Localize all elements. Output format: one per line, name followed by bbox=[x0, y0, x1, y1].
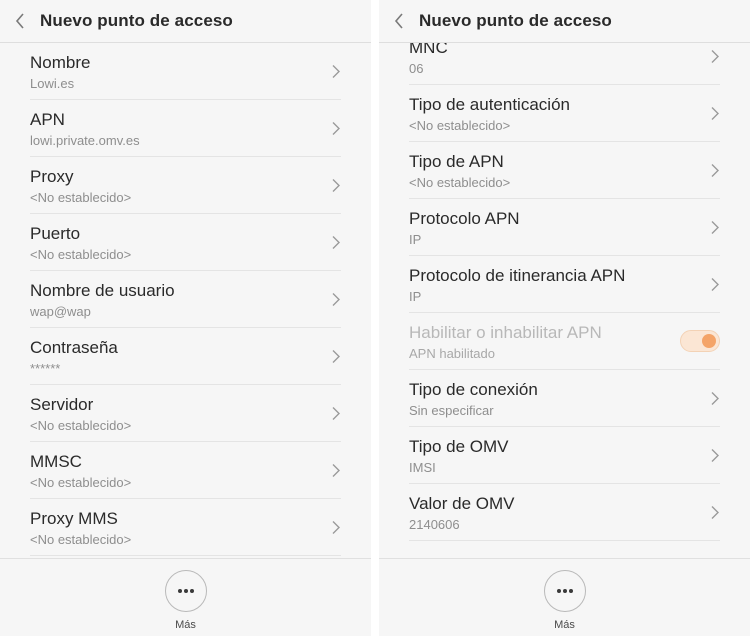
setting-proxy-mms[interactable]: Proxy MMS <No establecido> bbox=[30, 499, 341, 556]
setting-value: Sin especificar bbox=[409, 403, 494, 418]
setting-tipo-de-conexion[interactable]: Tipo de conexión Sin especificar bbox=[409, 370, 720, 427]
more-dots-icon bbox=[556, 589, 573, 593]
page-title: Nuevo punto de acceso bbox=[40, 11, 233, 30]
setting-title: MMSC bbox=[30, 452, 82, 471]
setting-title: Servidor bbox=[30, 395, 94, 414]
setting-tipo-de-autenticacion[interactable]: Tipo de autenticación <No establecido> bbox=[409, 85, 720, 142]
setting-value: 2140606 bbox=[409, 517, 460, 532]
left-screen: Nuevo punto de acceso Nombre Lowi.es APN… bbox=[0, 0, 371, 636]
more-label: Más bbox=[554, 619, 575, 631]
setting-value: <No establecido> bbox=[409, 175, 511, 190]
more-dots-icon bbox=[177, 589, 194, 593]
setting-mnc[interactable]: MNC 06 bbox=[409, 43, 720, 85]
chevron-right-icon bbox=[711, 278, 719, 291]
setting-value: <No establecido> bbox=[30, 532, 132, 547]
setting-value: lowi.private.omv.es bbox=[30, 133, 140, 148]
setting-title: APN bbox=[30, 110, 65, 129]
right-screen: Nuevo punto de acceso MNC 06 Tipo de aut… bbox=[379, 0, 750, 636]
more-label: Más bbox=[175, 619, 196, 631]
setting-title: Habilitar o inhabilitar APN bbox=[409, 323, 602, 342]
setting-value: ****** bbox=[30, 361, 61, 376]
setting-value: <No establecido> bbox=[30, 475, 132, 490]
setting-contrasena[interactable]: Contraseña ****** bbox=[30, 328, 341, 385]
setting-value: Lowi.es bbox=[30, 76, 75, 91]
more-button[interactable] bbox=[164, 570, 207, 612]
chevron-right-icon bbox=[711, 506, 719, 519]
chevron-right-icon bbox=[332, 521, 340, 534]
bottom-bar: Más bbox=[0, 558, 371, 636]
settings-list: MNC 06 Tipo de autenticación <No estable… bbox=[379, 43, 750, 558]
chevron-right-icon bbox=[332, 65, 340, 78]
chevron-right-icon bbox=[332, 236, 340, 249]
setting-proxy[interactable]: Proxy <No establecido> bbox=[30, 157, 341, 214]
setting-value: <No establecido> bbox=[30, 190, 132, 205]
setting-mmsc[interactable]: MMSC <No establecido> bbox=[30, 442, 341, 499]
chevron-right-icon bbox=[711, 392, 719, 405]
chevron-right-icon bbox=[332, 179, 340, 192]
chevron-right-icon bbox=[332, 407, 340, 420]
setting-title: Nombre de usuario bbox=[30, 281, 175, 300]
chevron-right-icon bbox=[332, 293, 340, 306]
header: Nuevo punto de acceso bbox=[379, 0, 750, 43]
setting-value: 06 bbox=[409, 61, 424, 76]
setting-tipo-de-apn[interactable]: Tipo de APN <No establecido> bbox=[409, 142, 720, 199]
setting-tipo-de-omv[interactable]: Tipo de OMV IMSI bbox=[409, 427, 720, 484]
setting-value: wap@wap bbox=[30, 304, 91, 319]
setting-value: IP bbox=[409, 232, 422, 247]
more-button[interactable] bbox=[543, 570, 586, 612]
settings-list: Nombre Lowi.es APN lowi.private.omv.es P… bbox=[0, 43, 371, 558]
setting-nombre-de-usuario[interactable]: Nombre de usuario wap@wap bbox=[30, 271, 341, 328]
setting-title: Valor de OMV bbox=[409, 494, 515, 513]
bottom-bar: Más bbox=[379, 558, 750, 636]
setting-value: <No establecido> bbox=[409, 118, 511, 133]
chevron-left-icon bbox=[394, 13, 403, 29]
setting-title: Tipo de conexión bbox=[409, 380, 538, 399]
setting-servidor[interactable]: Servidor <No establecido> bbox=[30, 385, 341, 442]
setting-title: Tipo de APN bbox=[409, 152, 504, 171]
setting-value: APN habilitado bbox=[409, 346, 495, 361]
setting-title: Nombre bbox=[30, 53, 91, 72]
setting-title: Protocolo APN bbox=[409, 209, 520, 228]
setting-puerto[interactable]: Puerto <No establecido> bbox=[30, 214, 341, 271]
setting-valor-de-omv[interactable]: Valor de OMV 2140606 bbox=[409, 484, 720, 541]
back-button[interactable] bbox=[0, 0, 40, 43]
chevron-right-icon bbox=[711, 107, 719, 120]
chevron-right-icon bbox=[711, 164, 719, 177]
chevron-right-icon bbox=[332, 350, 340, 363]
setting-value: <No establecido> bbox=[30, 418, 132, 433]
setting-title: Protocolo de itinerancia APN bbox=[409, 266, 626, 285]
setting-value: IP bbox=[409, 289, 422, 304]
setting-value: <No establecido> bbox=[30, 247, 132, 262]
chevron-left-icon bbox=[15, 13, 24, 29]
chevron-right-icon bbox=[711, 221, 719, 234]
header: Nuevo punto de acceso bbox=[0, 0, 371, 43]
apn-enable-toggle[interactable] bbox=[680, 330, 720, 352]
chevron-right-icon bbox=[332, 122, 340, 135]
setting-title: Contraseña bbox=[30, 338, 118, 357]
setting-title: Tipo de autenticación bbox=[409, 95, 570, 114]
toggle-knob bbox=[702, 334, 716, 348]
setting-title: Proxy MMS bbox=[30, 509, 118, 528]
setting-protocolo-apn[interactable]: Protocolo APN IP bbox=[409, 199, 720, 256]
setting-nombre[interactable]: Nombre Lowi.es bbox=[30, 43, 341, 100]
page-title: Nuevo punto de acceso bbox=[419, 11, 612, 30]
setting-title: Tipo de OMV bbox=[409, 437, 509, 456]
setting-title: MNC bbox=[409, 43, 448, 57]
chevron-right-icon bbox=[711, 50, 719, 63]
chevron-right-icon bbox=[332, 464, 340, 477]
chevron-right-icon bbox=[711, 449, 719, 462]
setting-title: Proxy bbox=[30, 167, 74, 186]
setting-protocolo-de-itinerancia-apn[interactable]: Protocolo de itinerancia APN IP bbox=[409, 256, 720, 313]
setting-apn[interactable]: APN lowi.private.omv.es bbox=[30, 100, 341, 157]
setting-title: Puerto bbox=[30, 224, 81, 243]
setting-value: IMSI bbox=[409, 460, 436, 475]
back-button[interactable] bbox=[379, 0, 419, 43]
setting-habilitar-apn[interactable]: Habilitar o inhabilitar APN APN habilita… bbox=[409, 313, 720, 370]
